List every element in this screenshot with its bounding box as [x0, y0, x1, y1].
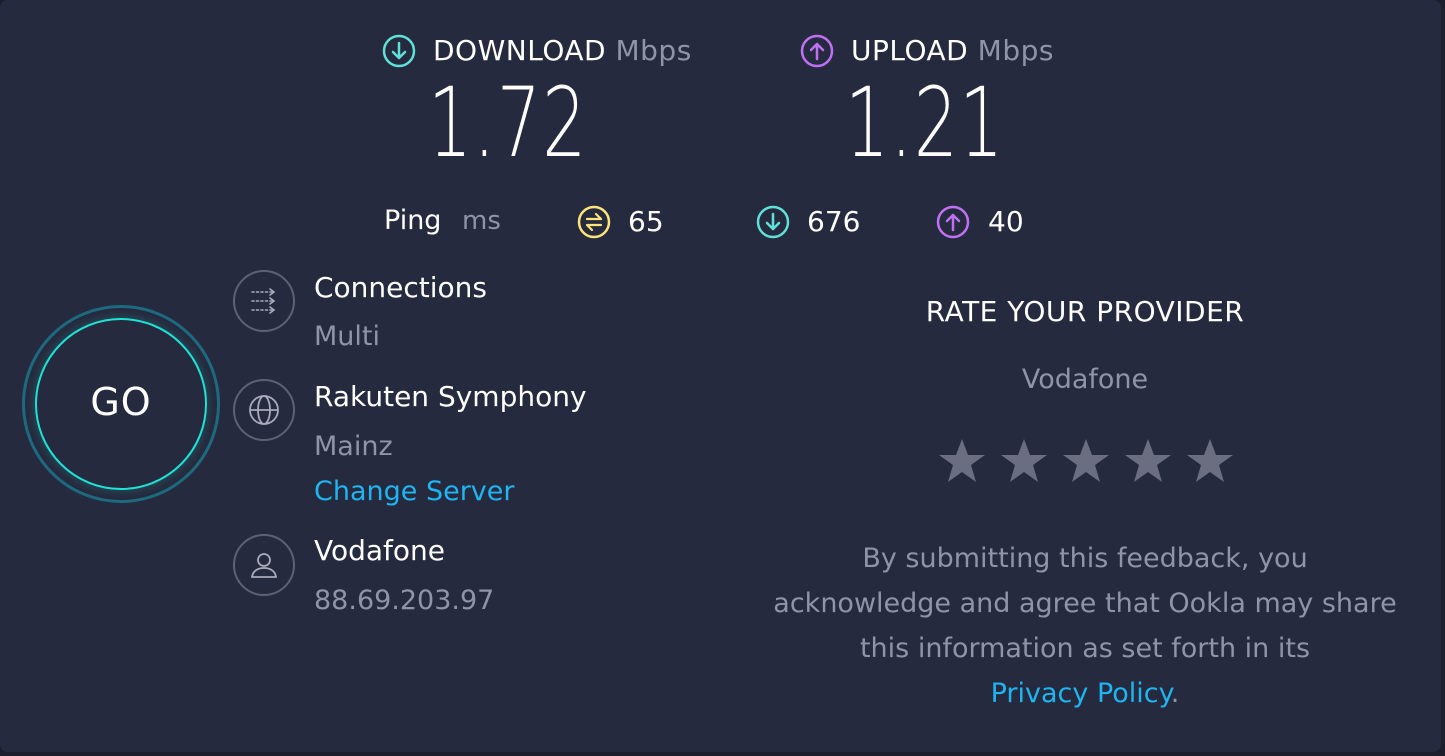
server-title: Rakuten Symphony — [314, 380, 587, 413]
feedback-text-block: By submitting this feedback, you acknowl… — [770, 536, 1400, 716]
server-location: Mainz — [314, 431, 393, 462]
connections-icon[interactable] — [233, 270, 295, 332]
privacy-policy-link[interactable]: Privacy Policy — [991, 678, 1171, 709]
ping-upload-value: 40 — [988, 205, 1024, 238]
upload-value: 1.21 — [845, 67, 1005, 179]
change-server-link[interactable]: Change Server — [314, 476, 515, 507]
user-icon — [233, 534, 295, 596]
star-icon[interactable] — [1123, 436, 1173, 486]
upload-unit: Mbps — [977, 34, 1054, 67]
upload-header: UPLOAD Mbps — [851, 34, 1054, 67]
isp-title: Vodafone — [314, 534, 446, 567]
globe-icon — [233, 379, 295, 441]
ping-upload-icon — [936, 205, 970, 239]
download-arrow-icon — [382, 34, 416, 68]
upload-arrow-icon — [800, 34, 834, 68]
star-icon[interactable] — [937, 436, 987, 486]
ping-label: Ping — [384, 205, 442, 236]
rate-provider-name: Vodafone — [1021, 364, 1149, 395]
ping-download-icon — [756, 205, 790, 239]
rate-title: RATE YOUR PROVIDER — [925, 295, 1245, 328]
connections-value[interactable]: Multi — [314, 321, 380, 352]
ping-unit: ms — [462, 206, 501, 236]
feedback-period: . — [1170, 678, 1180, 709]
download-header: DOWNLOAD Mbps — [433, 34, 692, 67]
go-button-label: GO — [90, 380, 152, 424]
star-icon[interactable] — [999, 436, 1049, 486]
download-label: DOWNLOAD — [433, 34, 607, 67]
star-icon[interactable] — [1185, 436, 1235, 486]
ping-download-value: 676 — [807, 205, 861, 238]
star-icon[interactable] — [1061, 436, 1111, 486]
feedback-text: By submitting this feedback, you acknowl… — [773, 543, 1397, 664]
upload-label: UPLOAD — [851, 34, 969, 67]
isp-ip: 88.69.203.97 — [314, 585, 495, 616]
connections-title: Connections — [314, 271, 488, 304]
download-unit: Mbps — [615, 34, 692, 67]
ping-idle-icon — [577, 205, 611, 239]
go-button[interactable]: GO — [35, 318, 207, 490]
ping-idle-value: 65 — [628, 205, 664, 238]
download-value: 1.72 — [428, 67, 588, 179]
